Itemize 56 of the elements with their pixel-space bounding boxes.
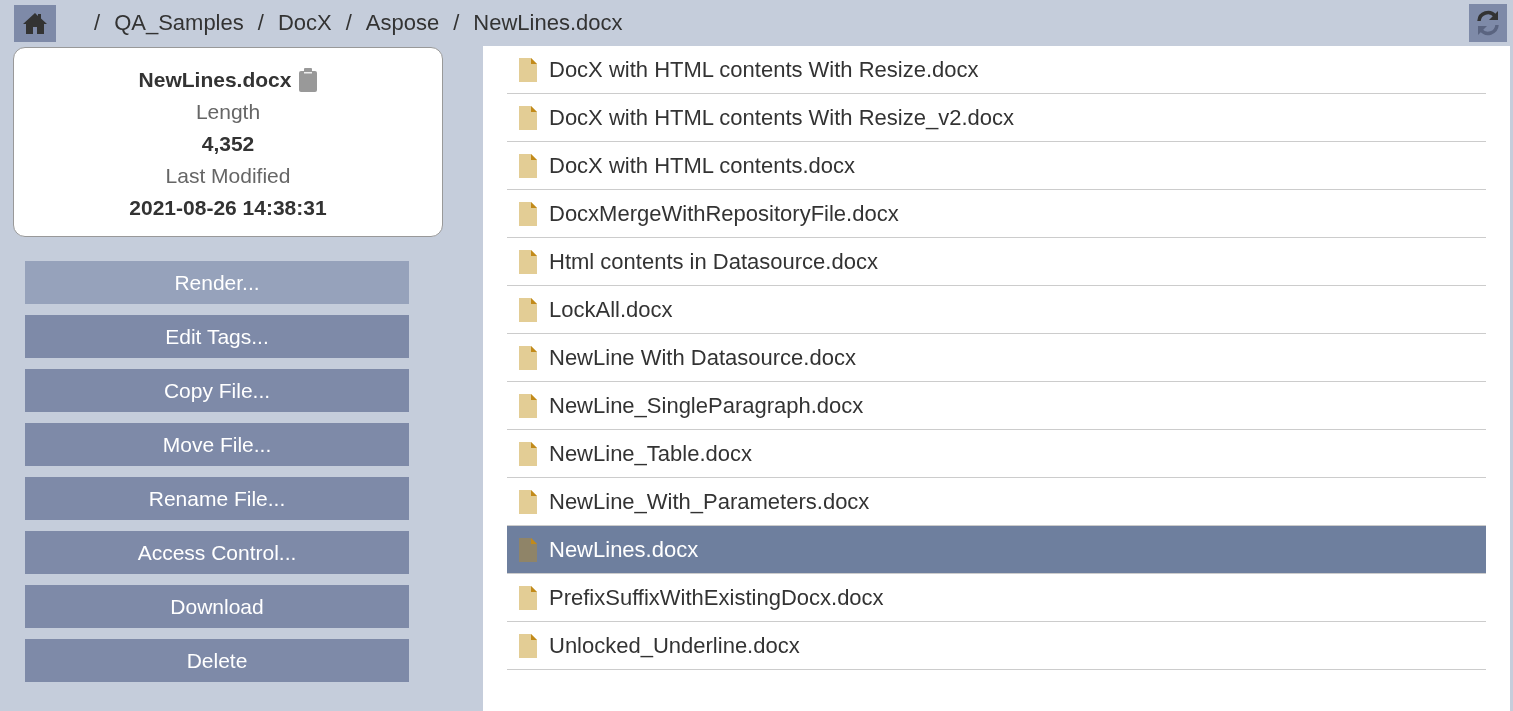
file-icon bbox=[519, 393, 537, 418]
file-name: NewLine With Datasource.docx bbox=[549, 344, 856, 371]
file-name: PrefixSuffixWithExistingDocx.docx bbox=[549, 584, 884, 611]
file-row[interactable]: PrefixSuffixWithExistingDocx.docx bbox=[507, 574, 1486, 622]
file-row[interactable]: DocX with HTML contents.docx bbox=[507, 142, 1486, 190]
file-icon bbox=[519, 489, 537, 514]
file-row[interactable]: NewLine_Table.docx bbox=[507, 430, 1486, 478]
file-icon bbox=[519, 249, 537, 274]
file-row[interactable]: NewLine_SingleParagraph.docx bbox=[507, 382, 1486, 430]
file-row[interactable]: NewLine With Datasource.docx bbox=[507, 334, 1486, 382]
file-icon bbox=[519, 57, 537, 82]
file-row[interactable]: NewLines.docx bbox=[507, 526, 1486, 574]
file-name: DocX with HTML contents With Resize_v2.docx bbox=[549, 104, 1015, 131]
file-name: NewLines.docx bbox=[549, 536, 699, 563]
file-name: DocX with HTML contents.docx bbox=[549, 152, 856, 179]
file-icon bbox=[519, 345, 537, 370]
file-icon bbox=[519, 633, 537, 658]
file-name: DocxMergeWithRepositoryFile.docx bbox=[549, 200, 899, 227]
file-name: DocX with HTML contents With Resize.docx bbox=[549, 56, 979, 83]
clipboard-icon[interactable] bbox=[299, 68, 318, 92]
refresh-icon bbox=[1474, 9, 1502, 37]
file-row[interactable]: DocX with HTML contents With Resize.docx bbox=[507, 46, 1486, 94]
file-icon bbox=[519, 153, 537, 178]
length-label: Length bbox=[195, 100, 261, 124]
breadcrumb-link[interactable]: Aspose bbox=[365, 10, 440, 36]
file-name: LockAll.docx bbox=[549, 296, 673, 323]
file-icon bbox=[519, 537, 537, 562]
length-value: 4,352 bbox=[201, 132, 255, 156]
modified-label: Last Modified bbox=[165, 164, 291, 188]
home-button[interactable] bbox=[14, 4, 56, 42]
file-icon bbox=[519, 441, 537, 466]
file-name: NewLine_SingleParagraph.docx bbox=[549, 392, 864, 419]
breadcrumb-link[interactable]: QA_Samples bbox=[114, 10, 244, 36]
file-row[interactable]: LockAll.docx bbox=[507, 286, 1486, 334]
file-name: Unlocked_Underline.docx bbox=[549, 632, 800, 659]
breadcrumb-separator: / bbox=[453, 10, 460, 36]
file-row[interactable]: Unlocked_Underline.docx bbox=[507, 622, 1486, 670]
file-icon bbox=[519, 297, 537, 322]
refresh-button[interactable] bbox=[1469, 4, 1507, 42]
file-icon bbox=[519, 585, 537, 610]
home-icon bbox=[22, 11, 48, 35]
breadcrumb-link[interactable]: DocX bbox=[277, 10, 332, 36]
file-name: Html contents in Datasource.docx bbox=[549, 248, 878, 275]
file-name: NewLine_With_Parameters.docx bbox=[549, 488, 870, 515]
file-name: NewLine_Table.docx bbox=[549, 440, 753, 467]
file-row[interactable]: DocxMergeWithRepositoryFile.docx bbox=[507, 190, 1486, 238]
file-row[interactable]: DocX with HTML contents With Resize_v2.docx bbox=[507, 94, 1486, 142]
breadcrumb-separator: / bbox=[345, 10, 352, 36]
file-row[interactable]: Html contents in Datasource.docx bbox=[507, 238, 1486, 286]
file-icon bbox=[519, 105, 537, 130]
breadcrumb-separator: / bbox=[94, 10, 101, 36]
file-name: NewLines.docx bbox=[138, 68, 292, 92]
breadcrumb-separator: / bbox=[257, 10, 264, 36]
modified-value: 2021-08-26 14:38:31 bbox=[129, 196, 327, 220]
breadcrumb-link[interactable]: NewLines.docx bbox=[473, 10, 623, 36]
file-icon bbox=[519, 201, 537, 226]
